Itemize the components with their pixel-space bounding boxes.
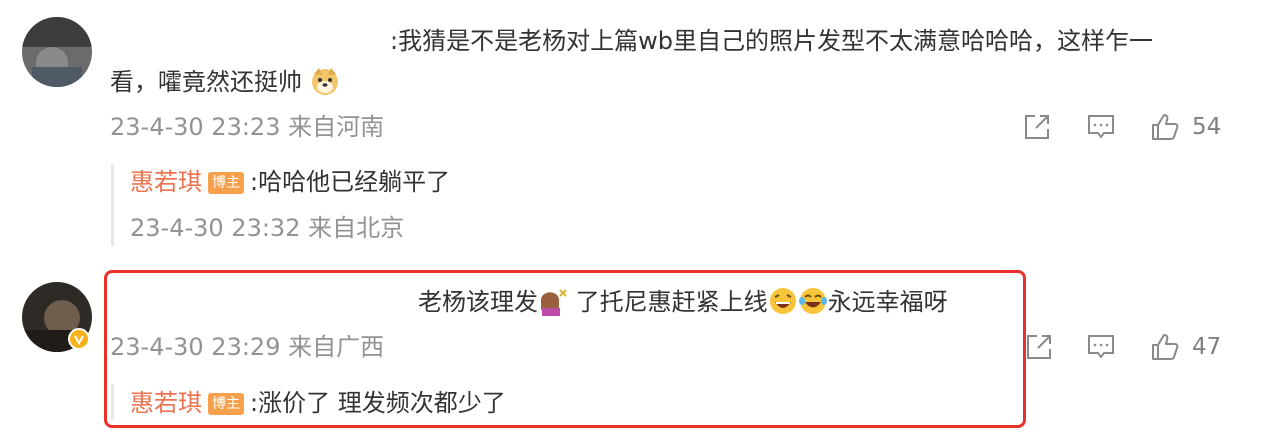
avatar[interactable]: [22, 17, 92, 87]
author-badge: 博主: [208, 172, 244, 194]
comment-text-part1: 老杨该理发: [418, 288, 538, 316]
reply-text: :涨价了 理发频次都少了: [250, 389, 506, 417]
comment-text-part2: 了托尼惠赶紧上线: [568, 288, 768, 316]
share-icon: [1025, 115, 1049, 139]
comment-text-line1: :我猜是不是老杨对上篇wb里自己的照片发型不太满意哈哈哈，这样乍一: [390, 27, 1153, 55]
like-icon: [1152, 114, 1179, 140]
reply-author[interactable]: 惠若琪: [130, 389, 202, 417]
comment-button[interactable]: [1084, 330, 1118, 364]
reply-quote-bar: [111, 384, 114, 420]
like-button[interactable]: [1148, 330, 1182, 364]
haircut-emoji: [538, 286, 568, 323]
share-button[interactable]: [1020, 110, 1054, 144]
comment-meta: 23-4-30 23:23 来自河南: [110, 113, 385, 141]
comment-text-line2: 看，嚯竟然还挺帅: [110, 66, 340, 103]
reply-text: :哈哈他已经躺平了: [250, 168, 451, 196]
author-badge: 博主: [208, 393, 244, 415]
comment-text-part3: 永远幸福呀: [827, 288, 948, 316]
comment-meta: 23-4-30 23:29 来自广西: [110, 333, 385, 361]
comment-text: 看，嚯竟然还挺帅: [110, 68, 302, 96]
share-button[interactable]: [1022, 330, 1056, 364]
grin-emoji: [768, 286, 798, 323]
comment-icon: [1088, 335, 1114, 359]
like-count: 54: [1192, 114, 1222, 140]
doge-emoji: [310, 66, 340, 103]
verified-icon: [68, 328, 90, 350]
reply-author[interactable]: 惠若琪: [130, 168, 202, 196]
reply-quote-bar: [111, 164, 114, 246]
comment-text: 老杨该理发 了托尼惠赶紧上线 永远幸福呀: [418, 286, 948, 323]
comment-button[interactable]: [1084, 110, 1118, 144]
like-count: 47: [1192, 334, 1222, 360]
reply: 惠若琪 博主 :哈哈他已经躺平了: [130, 167, 450, 197]
laugh-tears-emoji: [798, 286, 828, 323]
like-button[interactable]: [1148, 110, 1182, 144]
reply: 惠若琪 博主 :涨价了 理发频次都少了: [130, 388, 506, 418]
share-icon: [1027, 335, 1051, 359]
like-icon: [1152, 334, 1179, 360]
reply-meta: 23-4-30 23:32 来自北京: [130, 214, 405, 242]
comment-icon: [1088, 115, 1114, 139]
